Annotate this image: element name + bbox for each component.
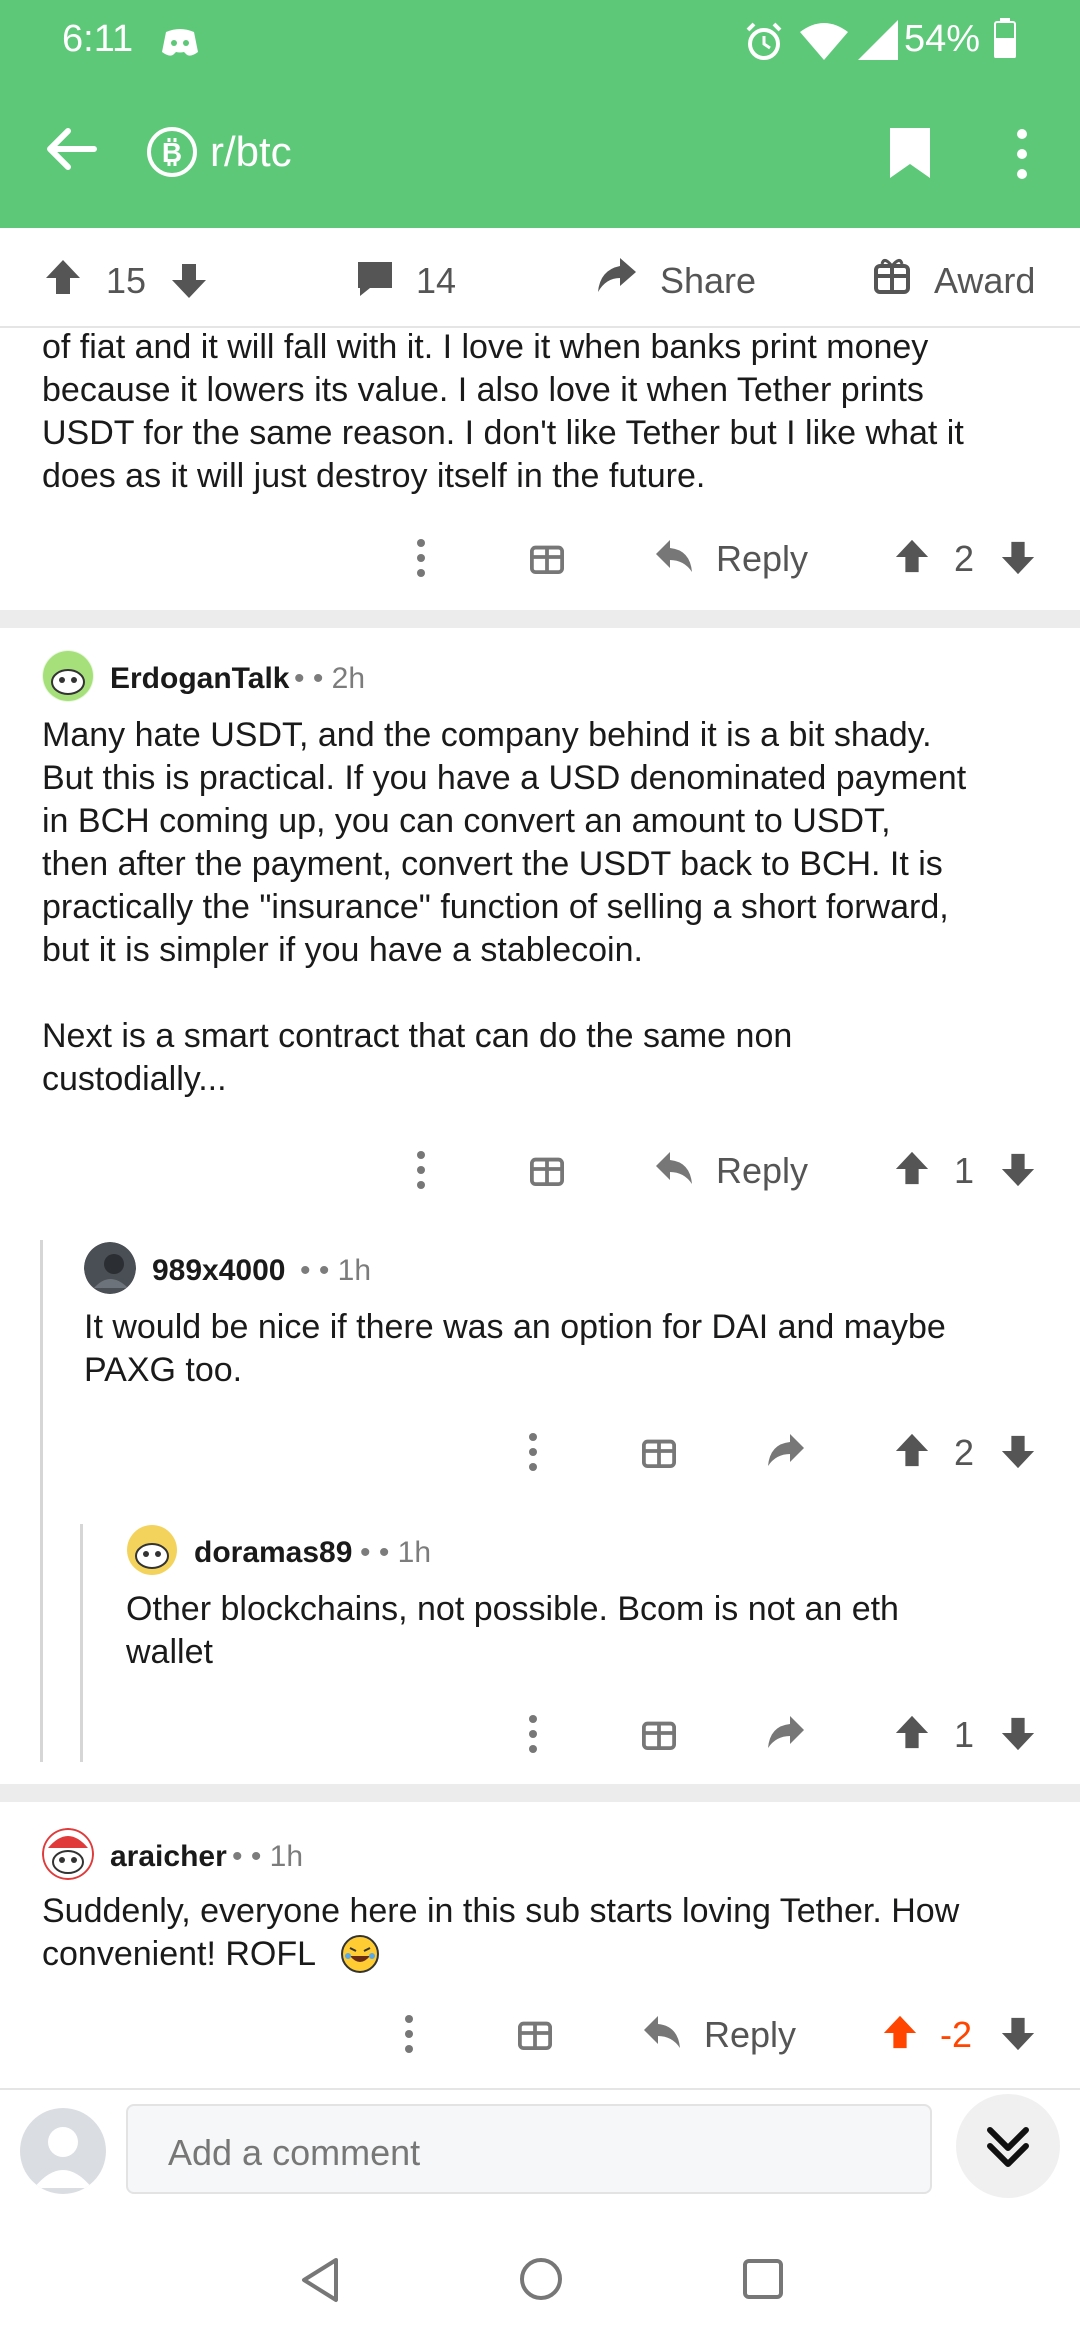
discord-icon [160, 26, 200, 60]
share-label[interactable]: Share [660, 260, 756, 302]
comment-meta: • • 1h [232, 1840, 304, 1873]
gift-icon[interactable] [530, 540, 564, 574]
downvote-icon[interactable] [170, 262, 208, 300]
gift-icon[interactable] [642, 1716, 676, 1750]
avatar[interactable] [42, 1828, 94, 1880]
upvote-icon[interactable] [44, 258, 82, 296]
signal-icon [858, 20, 898, 60]
comment-input[interactable]: Add a comment [126, 2104, 932, 2194]
back-arrow-icon[interactable] [44, 126, 98, 172]
more-icon[interactable] [414, 538, 428, 578]
nav-home-icon[interactable] [518, 2256, 564, 2302]
reply-button[interactable]: Reply [716, 538, 808, 580]
avatar[interactable] [126, 1524, 178, 1576]
comment-separator [0, 610, 1080, 628]
svg-text:B: B [162, 137, 182, 168]
comment-score: 2 [954, 1432, 975, 1473]
comment-meta: • • 2h [294, 662, 366, 695]
downvote-icon[interactable] [1000, 540, 1036, 576]
reply-icon[interactable] [654, 538, 694, 574]
downvote-icon[interactable] [1000, 2016, 1036, 2052]
reply-icon[interactable] [766, 1432, 806, 1468]
subreddit-title[interactable]: r/btc [210, 128, 292, 176]
avatar[interactable] [42, 650, 94, 702]
alarm-icon [744, 22, 784, 62]
reply-icon[interactable] [654, 1150, 694, 1186]
gift-icon[interactable] [874, 258, 910, 294]
gift-icon[interactable] [518, 2016, 552, 2050]
comment-text: Suddenly, everyone here in this sub star… [42, 1892, 960, 1973]
more-icon[interactable] [402, 2014, 416, 2054]
nav-recents-icon[interactable] [742, 2258, 784, 2300]
comment-score: 2 [954, 538, 975, 579]
comment-meta: • • 1h [360, 1536, 432, 1569]
comment-score: 1 [954, 1150, 975, 1191]
comment-separator [0, 1784, 1080, 1802]
upvote-icon[interactable] [894, 538, 930, 574]
comment-text: It would be nice if there was an option … [84, 1308, 946, 1389]
laughing-emoji-icon [340, 1934, 380, 1974]
comment-score: -2 [940, 2014, 973, 2055]
comment-meta: • • 1h [300, 1254, 372, 1287]
upvote-icon[interactable] [894, 1714, 930, 1750]
more-options-icon[interactable] [1012, 128, 1032, 180]
reply-button[interactable]: Reply [704, 2014, 796, 2056]
thread-line[interactable] [40, 1240, 43, 1762]
battery-level: 54% [903, 18, 980, 60]
downvote-icon[interactable] [1000, 1152, 1036, 1188]
upvote-icon[interactable] [882, 2014, 918, 2050]
comment-text: of fiat and it will fall with it. I love… [42, 328, 964, 495]
battery-icon [994, 18, 1016, 58]
more-icon[interactable] [526, 1714, 540, 1754]
comment-author[interactable]: doramas89 [194, 1536, 352, 1570]
more-icon[interactable] [526, 1432, 540, 1472]
bookmark-icon[interactable] [888, 126, 932, 180]
status-time: 6:11 [62, 18, 134, 60]
comment-author[interactable]: ErdoganTalk [110, 662, 289, 696]
downvote-icon[interactable] [1000, 1434, 1036, 1470]
wifi-icon [800, 22, 848, 60]
comment-author[interactable]: araicher [110, 1840, 227, 1874]
subreddit-icon: B [146, 126, 198, 178]
share-icon[interactable] [596, 256, 638, 296]
comment-score: 1 [954, 1714, 975, 1755]
gift-icon[interactable] [530, 1152, 564, 1186]
more-icon[interactable] [414, 1150, 428, 1190]
gift-icon[interactable] [642, 1434, 676, 1468]
thread-line[interactable] [80, 1524, 83, 1762]
reply-button[interactable]: Reply [716, 1150, 808, 1192]
post-action-bar [0, 228, 1080, 328]
reply-icon[interactable] [766, 1714, 806, 1750]
comments-icon[interactable] [356, 260, 394, 298]
award-label[interactable]: Award [934, 260, 1035, 302]
downvote-icon[interactable] [1000, 1716, 1036, 1752]
post-score: 15 [106, 260, 147, 301]
nav-back-icon[interactable] [298, 2256, 342, 2304]
upvote-icon[interactable] [894, 1150, 930, 1186]
comment-author[interactable]: 989x4000 [152, 1254, 285, 1288]
upvote-icon[interactable] [894, 1432, 930, 1468]
comment-count: 14 [416, 260, 457, 301]
comment-text: Other blockchains, not possible. Bcom is… [126, 1590, 899, 1671]
scroll-next-button[interactable] [956, 2094, 1060, 2198]
avatar[interactable] [84, 1242, 136, 1294]
user-avatar[interactable] [20, 2108, 106, 2194]
reply-icon[interactable] [642, 2014, 682, 2050]
comment-text: Many hate USDT, and the company behind i… [42, 716, 967, 1098]
